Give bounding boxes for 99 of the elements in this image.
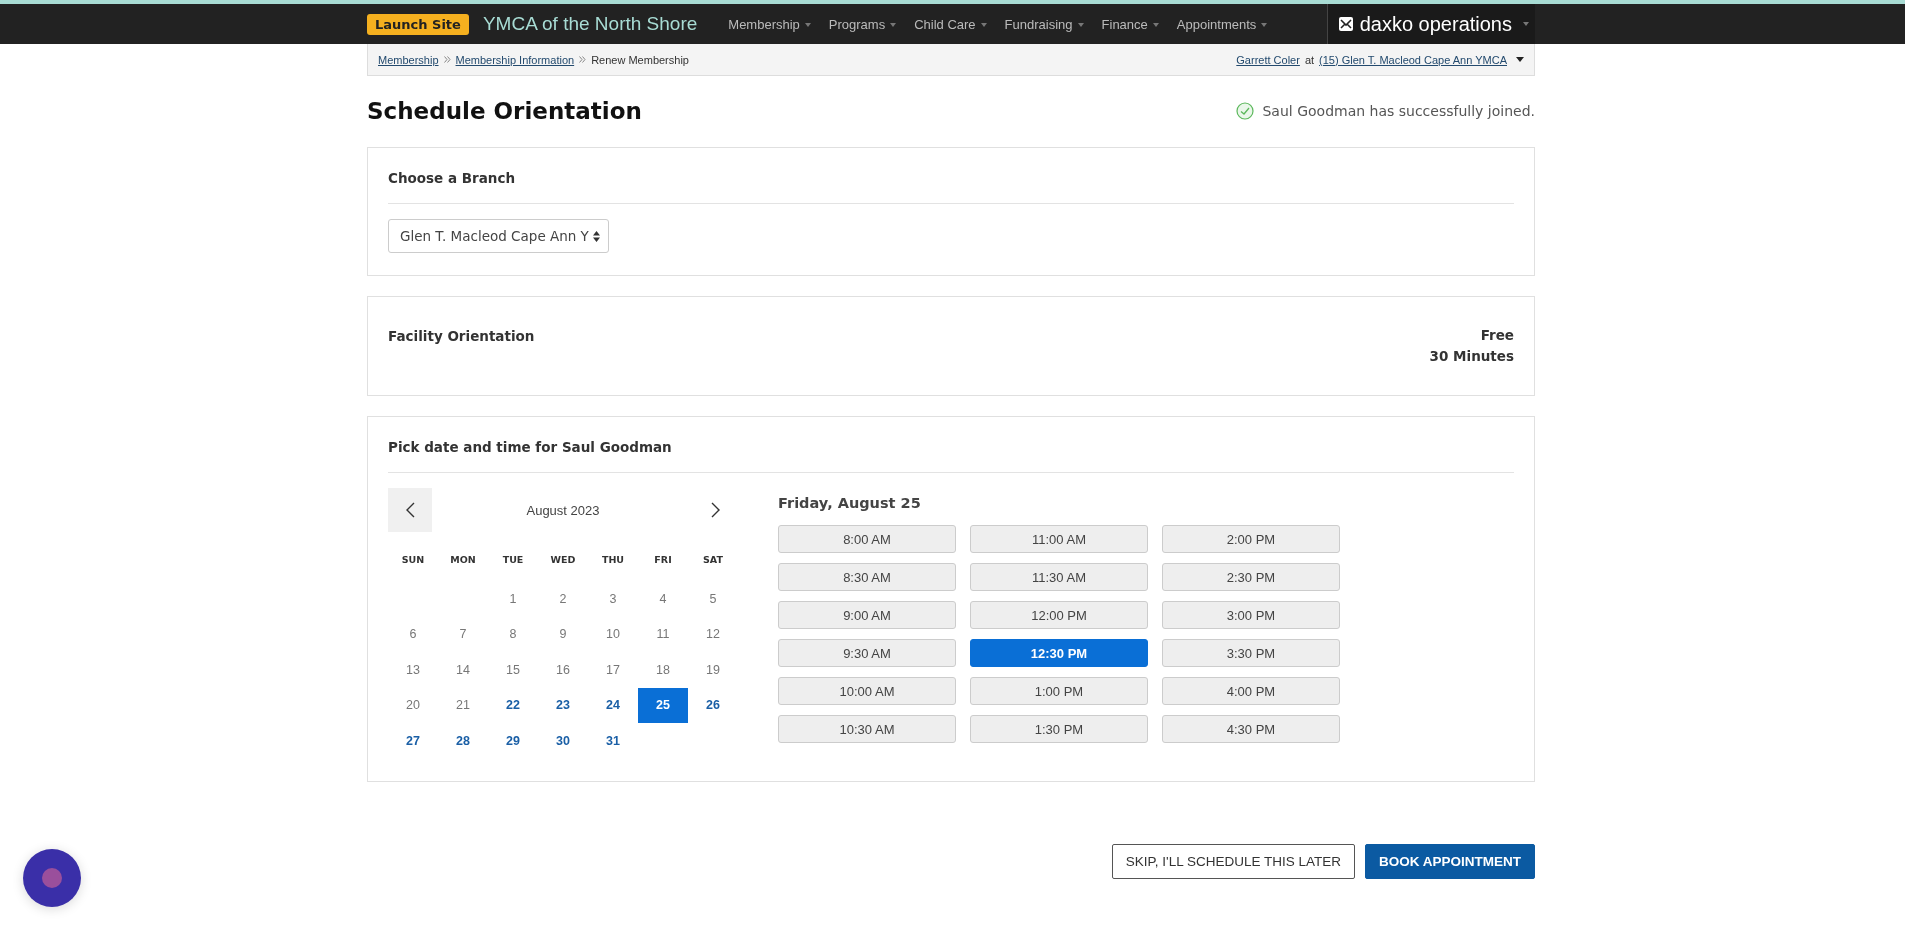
caret-icon: [804, 23, 811, 28]
calendar-day: 19: [688, 652, 738, 687]
selected-day-heading: Friday, August 25: [778, 495, 922, 511]
time-slot-button[interactable]: 11:00 AM: [970, 525, 1148, 553]
nav-menu-item[interactable]: Appointments: [1167, 16, 1277, 32]
breadcrumb-link[interactable]: Membership: [378, 53, 439, 66]
calendar-day[interactable]: 30: [538, 723, 588, 758]
service-price: Free: [1479, 326, 1514, 345]
weekday-label: THU: [600, 554, 626, 565]
launch-site-button[interactable]: Launch Site: [367, 13, 469, 35]
weekday-label: WED: [549, 554, 577, 565]
product-menu[interactable]: daxko operations: [1326, 4, 1535, 44]
calendar-day[interactable]: 25: [638, 687, 688, 723]
weekday-label: TUE: [501, 554, 525, 565]
weekday-label: MON: [449, 554, 477, 565]
time-slot-button[interactable]: 1:30 PM: [970, 715, 1148, 743]
calendar-day: 4: [638, 581, 688, 616]
calendar-day: 15: [488, 652, 538, 687]
page-title: Schedule Orientation: [367, 98, 642, 124]
time-slot-button[interactable]: 10:30 AM: [778, 715, 956, 743]
dropdown-caret-icon[interactable]: [1516, 57, 1524, 62]
calendar-day: 11: [638, 616, 688, 652]
calendar-day: 2: [538, 581, 588, 616]
caret-icon: [980, 23, 987, 28]
nav-menu-item[interactable]: Child Care: [905, 16, 996, 32]
time-slot-button[interactable]: 2:00 PM: [1162, 525, 1340, 553]
calendar-day[interactable]: 27: [388, 723, 438, 758]
calendar-day: 9: [538, 616, 588, 652]
time-slot-button[interactable]: 9:30 AM: [778, 639, 956, 667]
weekday-label: SUN: [400, 554, 426, 565]
time-slot-button[interactable]: 11:30 AM: [970, 563, 1148, 591]
calendar-day: 17: [588, 652, 638, 687]
calendar-day: 20: [388, 687, 438, 723]
calendar-day: 5: [688, 581, 738, 616]
calendar-day: 14: [438, 652, 488, 687]
time-slot-button[interactable]: 9:00 AM: [778, 601, 956, 629]
calendar-day: 21: [438, 687, 488, 723]
card-heading: Choose a Branch: [388, 170, 517, 186]
time-slot-button[interactable]: 4:00 PM: [1162, 677, 1340, 705]
weekday-label: SAT: [702, 554, 724, 565]
nav-menu-item[interactable]: Programs: [819, 16, 906, 32]
calendar-day[interactable]: 28: [438, 723, 488, 758]
nav-menu-item[interactable]: Finance: [1092, 16, 1168, 32]
organization-name[interactable]: YMCA of the North Shore: [482, 13, 698, 35]
time-slot-button[interactable]: 12:30 PM: [970, 639, 1148, 667]
nav-menu-item[interactable]: Fundraising: [995, 16, 1093, 32]
month-label: August 2023: [526, 502, 600, 518]
nav-menu-item[interactable]: Membership: [719, 16, 820, 32]
calendar-day: 10: [588, 616, 638, 652]
calendar-day[interactable]: 24: [588, 687, 638, 723]
calendar-day[interactable]: 26: [688, 687, 738, 723]
calendar-day[interactable]: 29: [488, 723, 538, 758]
branch-select[interactable]: Glen T. Macleod Cape Ann Y: [388, 219, 609, 253]
calendar-day: 7: [438, 616, 488, 652]
service-duration: 30 Minutes: [1429, 347, 1514, 366]
calendar-day: 1: [488, 581, 538, 616]
time-slot-button[interactable]: 3:00 PM: [1162, 601, 1340, 629]
calendar-day[interactable]: 23: [538, 687, 588, 723]
time-slot-button[interactable]: 4:30 PM: [1162, 715, 1340, 743]
calendar-day[interactable]: 22: [488, 687, 538, 723]
caret-icon: [1523, 22, 1529, 26]
calendar-day: 16: [538, 652, 588, 687]
caret-icon: [1077, 23, 1084, 28]
breadcrumb-current: Renew Membership: [591, 53, 689, 66]
book-appointment-button[interactable]: BOOK APPOINTMENT: [1365, 843, 1535, 879]
chevron-right-icon: [711, 502, 721, 518]
calendar-day: 13: [388, 652, 438, 687]
chat-launcher-button[interactable]: [23, 849, 81, 907]
calendar-day: 3: [588, 581, 638, 616]
caret-icon: [1261, 23, 1268, 28]
chevron-left-icon: [405, 502, 415, 518]
calendar-day: 8: [488, 616, 538, 652]
time-slot-button[interactable]: 8:00 AM: [778, 525, 956, 553]
success-message: Saul Goodman has successfully joined.: [1262, 103, 1535, 119]
skip-button[interactable]: SKIP, I'LL SCHEDULE THIS LATER: [1111, 843, 1355, 879]
time-slot-button[interactable]: 1:00 PM: [970, 677, 1148, 705]
time-slot-button[interactable]: 8:30 AM: [778, 563, 956, 591]
time-slot-button[interactable]: 10:00 AM: [778, 677, 956, 705]
calendar-day: 18: [638, 652, 688, 687]
at-label: at: [1304, 53, 1315, 66]
envelope-logo-icon: [1337, 16, 1354, 32]
calendar-day[interactable]: 31: [588, 723, 638, 758]
caret-icon: [1152, 23, 1159, 28]
time-slot-button[interactable]: 12:00 PM: [970, 601, 1148, 629]
calendar-day: 12: [688, 616, 738, 652]
sort-arrows-icon: [592, 230, 600, 242]
double-chevron-icon: [443, 56, 451, 63]
caret-icon: [890, 23, 897, 28]
time-slot-button[interactable]: 2:30 PM: [1162, 563, 1340, 591]
weekday-label: FRI: [653, 554, 673, 565]
card-heading: Pick date and time for Saul Goodman: [388, 439, 673, 455]
breadcrumb-link[interactable]: Membership Information: [455, 53, 575, 66]
calendar-day: 6: [388, 616, 438, 652]
double-chevron-icon: [579, 56, 587, 63]
time-slot-button[interactable]: 3:30 PM: [1162, 639, 1340, 667]
check-circle-icon: [1236, 102, 1255, 120]
user-link[interactable]: Garrett Coler: [1236, 53, 1300, 66]
service-name: Facility Orientation: [388, 328, 535, 346]
location-link[interactable]: (15) Glen T. Macleod Cape Ann YMCA: [1319, 53, 1507, 66]
